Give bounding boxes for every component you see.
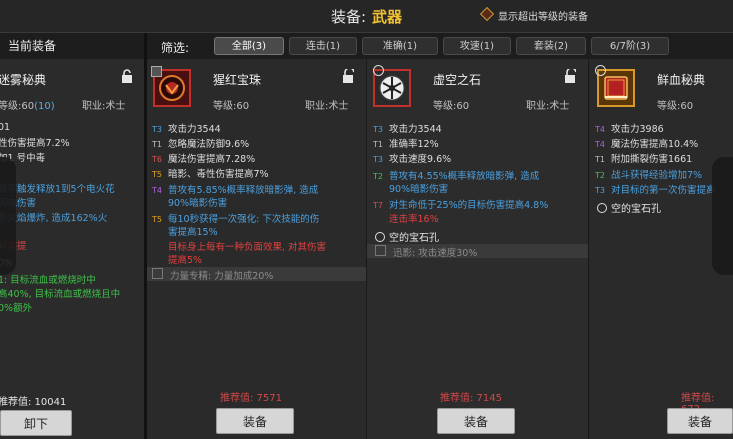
diamond-checkbox-icon[interactable] bbox=[479, 6, 495, 22]
slot-value: 武器 bbox=[372, 8, 403, 26]
filter-chip-accuracy[interactable]: 准确(1) bbox=[362, 37, 438, 55]
stat-line: T4 魔法伤害提高10.4% bbox=[595, 139, 699, 150]
item-level: 等级:60 bbox=[657, 101, 694, 112]
stat-line: 提高5% bbox=[168, 255, 203, 266]
stat-line: 0%额外 bbox=[0, 303, 33, 314]
stat-line: 概率触发释放1到5个电火花 bbox=[0, 184, 115, 195]
filter-bar: 筛选: 全部(3) 连击(1) 准确(1) 攻速(1) 套装(2) 6/7阶(3… bbox=[147, 33, 733, 59]
stat-line: T3 攻击速度9.6% bbox=[373, 154, 452, 165]
stat-line: T5 暗影、毒性伤害提高7% bbox=[152, 169, 269, 180]
rarity-badge bbox=[373, 65, 384, 76]
current-score: 推荐值: 10041 bbox=[0, 397, 67, 408]
empty-socket-icon bbox=[597, 203, 607, 213]
stat-line: 01 bbox=[0, 122, 11, 133]
stat-line: T3 攻击力3544 bbox=[373, 124, 442, 135]
item-job: 职业:术士 bbox=[305, 101, 349, 112]
filter-chip-tier[interactable]: 6/7阶(3) bbox=[591, 37, 669, 55]
top-bar: 装备: 武器 显示超出等级的装备 bbox=[0, 0, 733, 32]
stat-line: T5 每10秒获得一次强化: 下次技能的伤 bbox=[152, 214, 320, 225]
lock-icon[interactable] bbox=[564, 69, 576, 83]
stat-line: 90%暗影伤害 bbox=[168, 198, 228, 209]
stat-line: T1 附加撕裂伤害1661 bbox=[595, 154, 693, 165]
filter-chip-all[interactable]: 全部(3) bbox=[214, 37, 284, 55]
rarity-badge bbox=[151, 66, 162, 77]
item-level: 等级:60 bbox=[213, 101, 250, 112]
item-card[interactable]: 虚空之石 等级:60 职业:术士 T3 攻击力3544 T1 准确率12% T3 攻击… bbox=[367, 59, 588, 439]
current-item-name: 迷雾秘典 bbox=[0, 73, 47, 87]
inactive-line: 力量专精: 力量加成20% bbox=[152, 268, 273, 283]
stat-line: 性伤害提高7.2% bbox=[0, 138, 70, 149]
stat-line: T7 对生命低于25%的目标伤害提高4.8% bbox=[373, 200, 549, 211]
inactive-line: 迅影: 攻击速度30% bbox=[375, 245, 477, 260]
equip-button[interactable]: 装备 bbox=[437, 408, 515, 434]
unequip-button[interactable]: 卸下 bbox=[0, 410, 72, 436]
stat-line: T4 攻击力3986 bbox=[595, 124, 664, 135]
blood-tome-icon bbox=[604, 76, 628, 100]
empty-socket-icon bbox=[375, 232, 385, 242]
current-item-job: 职业:术士 bbox=[82, 101, 126, 112]
item-job: 职业:术士 bbox=[526, 101, 570, 112]
column-divider bbox=[588, 59, 589, 439]
column-divider bbox=[366, 59, 367, 439]
filter-label: 筛选: bbox=[161, 41, 190, 55]
equipment-slot-title: 装备: 武器 bbox=[0, 6, 733, 27]
stat-line: 高40%, 目标流血或燃烧且中 bbox=[0, 289, 121, 300]
stat-line: T1 忽略魔法防御9.6% bbox=[152, 139, 250, 150]
toggle-label: 显示超出等级的装备 bbox=[498, 12, 588, 23]
stat-line: 害提高15% bbox=[168, 227, 218, 238]
left-scroll-handle[interactable] bbox=[0, 157, 16, 275]
stat-line: T3 攻击力3544 bbox=[152, 124, 221, 135]
current-item-level: 等级:60(10) bbox=[0, 101, 55, 112]
item-card[interactable]: 猩红宝珠 等级:60 职业:术士 T3 攻击力3544 T1 忽略魔法防御9.6% … bbox=[147, 59, 366, 439]
rarity-badge bbox=[595, 65, 606, 76]
item-level: 等级:60 bbox=[433, 101, 470, 112]
item-name: 猩红宝珠 bbox=[213, 73, 262, 87]
stat-line: T2 普攻有4.55%概率释放暗影弹, 造成 bbox=[373, 171, 540, 182]
stat-line: T3 对目标的第一次伤害提高 bbox=[595, 185, 716, 196]
stat-line: 目标身上每有一种负面效果, 对其伤害 bbox=[168, 242, 327, 253]
current-equipment-panel: 当前装备 迷雾秘典 等级:60(10) 职业:术士 01 性伤害提高7.2% 加… bbox=[0, 33, 144, 439]
lock-icon[interactable] bbox=[121, 69, 133, 83]
filter-chip-set[interactable]: 套装(2) bbox=[516, 37, 586, 55]
stat-line: 1: 目标流血或燃烧时中 bbox=[0, 275, 96, 286]
filter-chip-attack-speed[interactable]: 攻速(1) bbox=[443, 37, 511, 55]
show-over-level-toggle[interactable]: 显示超出等级的装备 bbox=[479, 6, 588, 23]
item-name: 鲜血秘典 bbox=[657, 73, 706, 87]
filter-chip-combo[interactable]: 连击(1) bbox=[289, 37, 357, 55]
stat-line: T2 战斗获得经验增加7% bbox=[595, 170, 703, 181]
gem-socket[interactable]: 空的宝石孔 bbox=[597, 200, 661, 215]
right-scroll-handle[interactable] bbox=[712, 157, 733, 275]
stat-line: T4 普攻有5.85%概率释放暗影弹, 造成 bbox=[152, 185, 319, 196]
item-score: 推荐值: 7571 bbox=[220, 393, 282, 404]
item-score: 推荐值: 7145 bbox=[440, 393, 502, 404]
void-stone-icon bbox=[379, 75, 405, 101]
stat-line: 炽火焰爆炸, 造成162%火 bbox=[0, 213, 108, 224]
gem-socket[interactable]: 空的宝石孔 bbox=[375, 229, 439, 244]
item-name: 虚空之石 bbox=[433, 73, 482, 87]
stat-line: T6 魔法伤害提高7.28% bbox=[152, 154, 256, 165]
stat-line: T1 准确率12% bbox=[373, 139, 439, 150]
equip-button[interactable]: 装备 bbox=[667, 408, 733, 434]
slot-label: 装备: bbox=[330, 8, 367, 26]
stat-line: 连击率16% bbox=[389, 214, 439, 225]
stat-line: 90%暗影伤害 bbox=[389, 184, 449, 195]
current-equipment-title: 当前装备 bbox=[0, 33, 144, 59]
equip-button[interactable]: 装备 bbox=[216, 408, 294, 434]
lock-icon[interactable] bbox=[342, 69, 354, 83]
